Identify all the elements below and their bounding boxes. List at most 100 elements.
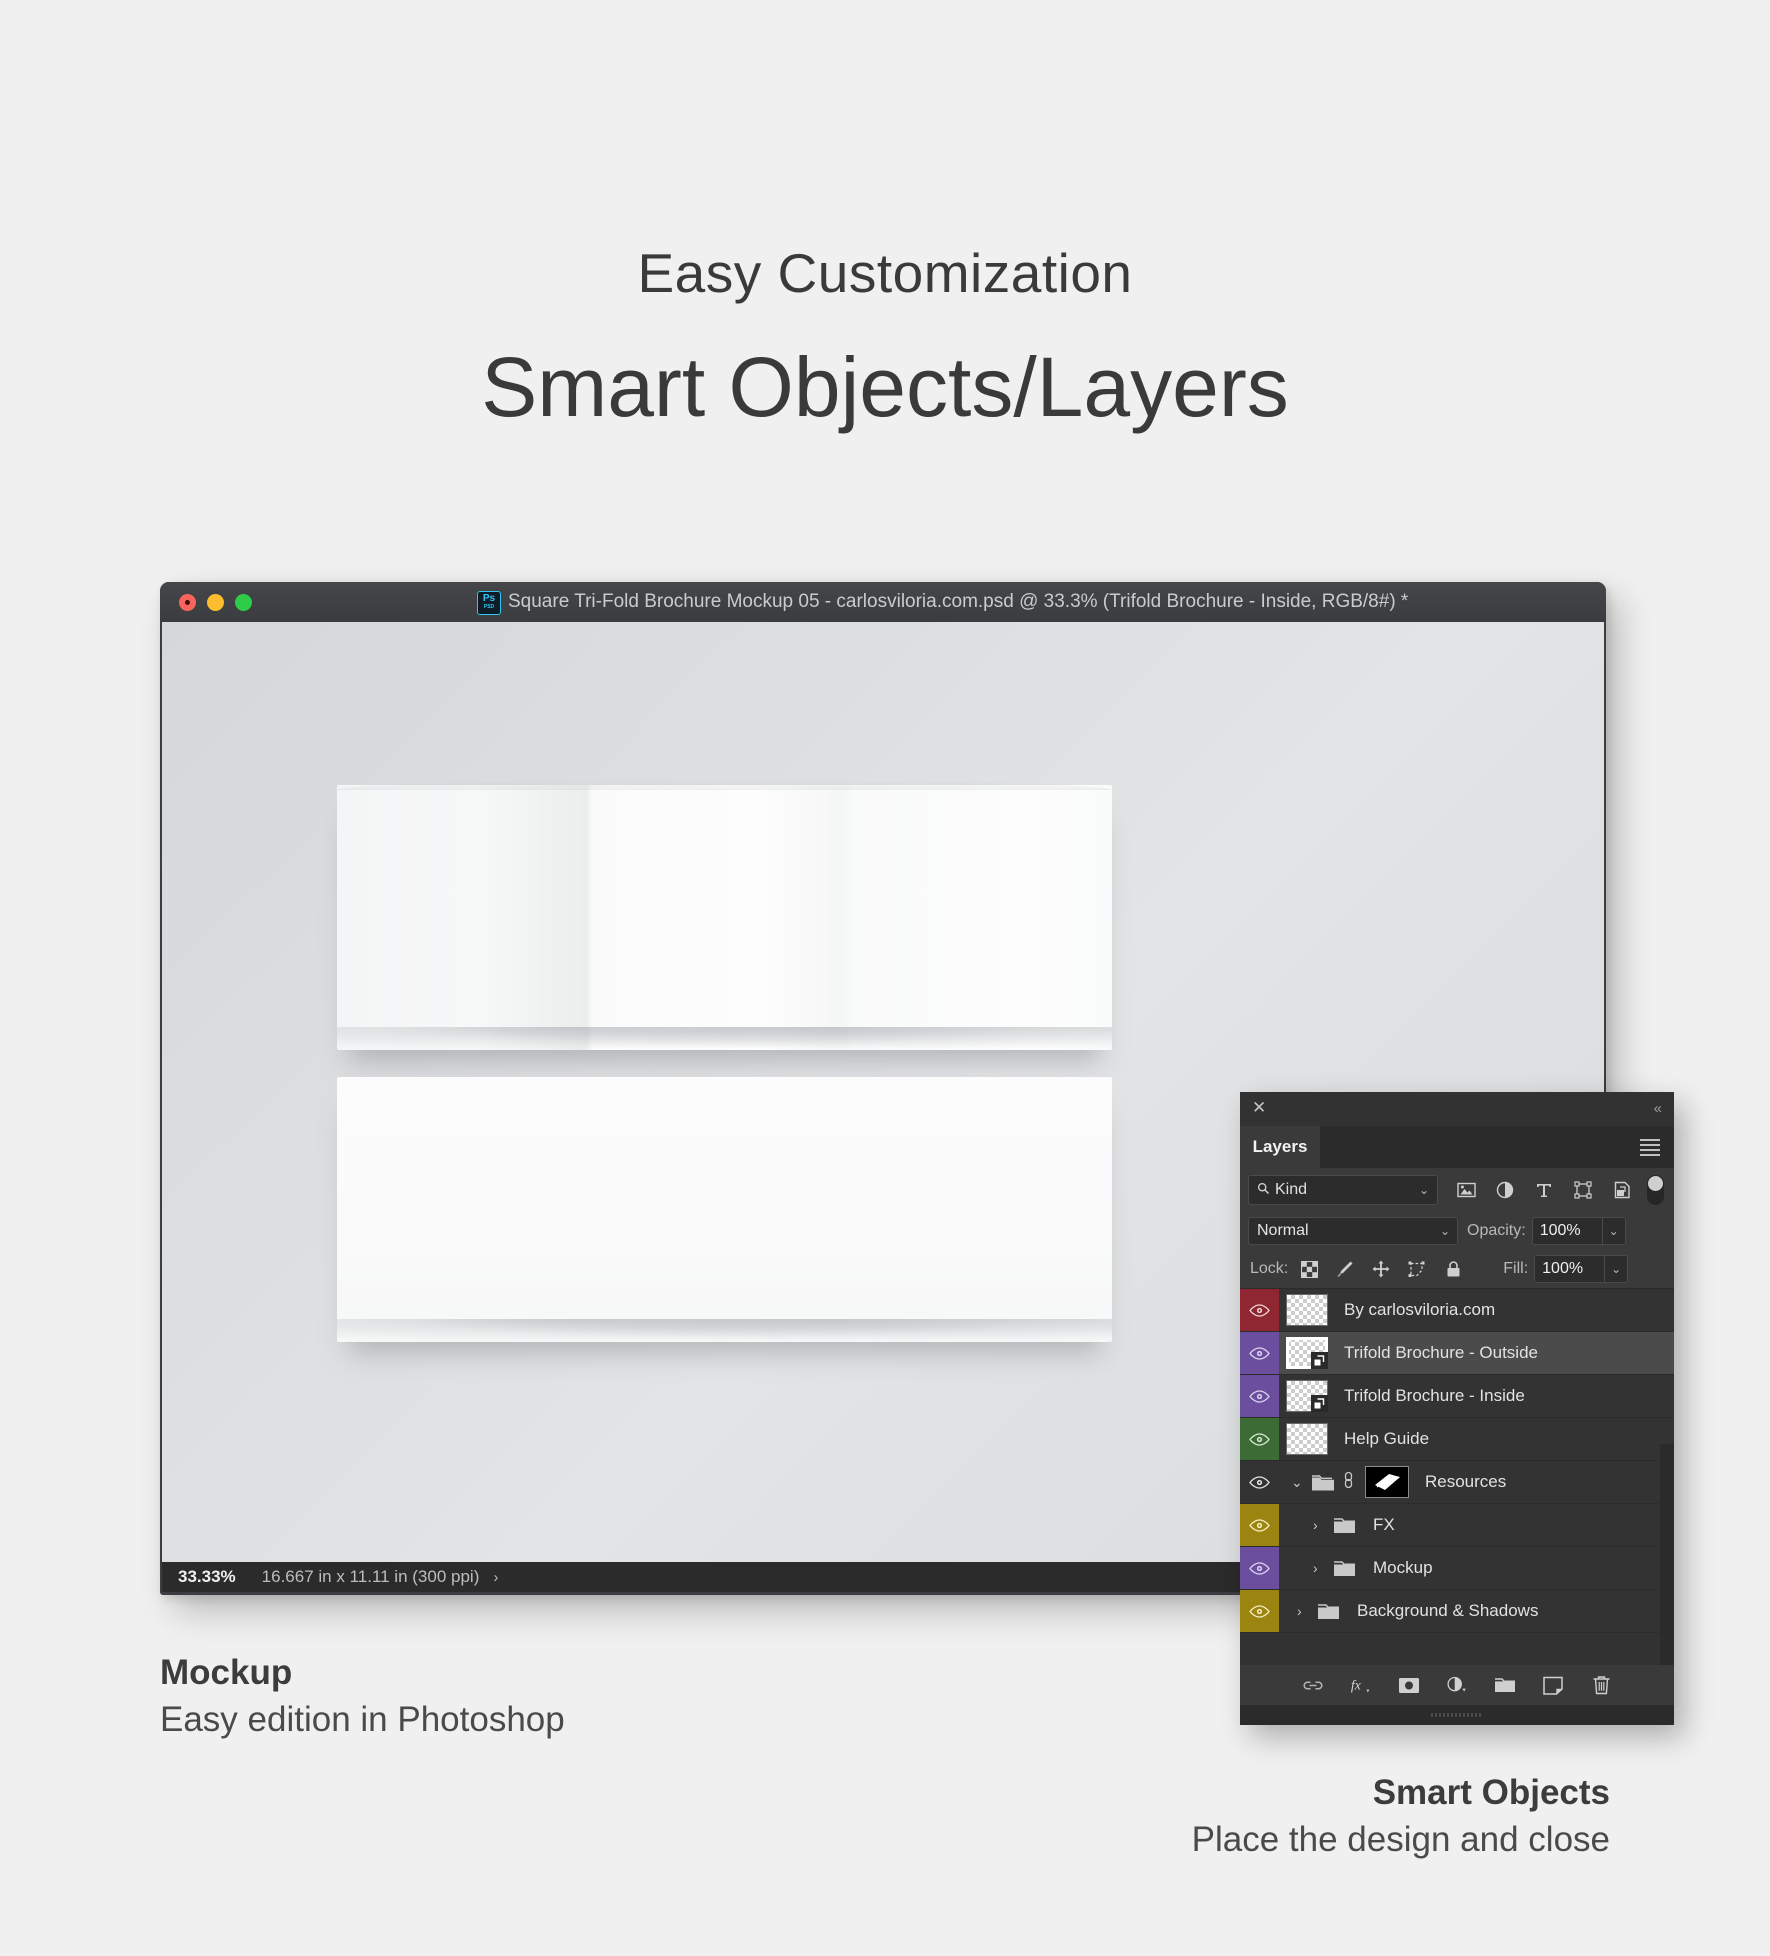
- smart-object-filter-icon[interactable]: [1611, 1179, 1633, 1201]
- layer-name[interactable]: Trifold Brochure - Outside: [1344, 1343, 1538, 1363]
- layer-name[interactable]: Help Guide: [1344, 1429, 1429, 1449]
- eye-visibility-icon[interactable]: [1249, 1518, 1270, 1532]
- header-block: Easy Customization Smart Objects/Layers: [0, 0, 1770, 430]
- opacity-label: Opacity:: [1467, 1222, 1526, 1239]
- blend-mode-row: Normal ⌄ Opacity: 100% ⌄: [1240, 1212, 1674, 1250]
- adjustment-layer-filter-icon[interactable]: [1494, 1179, 1516, 1201]
- close-icon[interactable]: ✕: [1252, 1099, 1266, 1116]
- layer-name[interactable]: Mockup: [1373, 1558, 1433, 1578]
- delete-layer-icon[interactable]: [1590, 1674, 1612, 1696]
- table-row[interactable]: › Background & Shadows: [1240, 1590, 1674, 1633]
- add-layer-mask-icon[interactable]: [1398, 1674, 1420, 1696]
- smart-object-badge-icon: [1311, 1352, 1328, 1369]
- lock-artboard-nesting-icon[interactable]: [1407, 1259, 1427, 1279]
- eye-visibility-icon[interactable]: [1249, 1561, 1270, 1575]
- sheet-shadow-wave: [337, 1027, 1112, 1053]
- smart-object-badge-icon: [1311, 1395, 1328, 1412]
- layer-name[interactable]: By carlosviloria.com: [1344, 1300, 1495, 1320]
- minimize-window-button[interactable]: [207, 593, 224, 611]
- page-subtitle: Easy Customization: [637, 242, 1133, 304]
- layer-name[interactable]: Background & Shadows: [1357, 1601, 1538, 1621]
- chevron-right-icon[interactable]: ›: [1313, 1517, 1327, 1533]
- layer-thumbnail[interactable]: [1286, 1337, 1328, 1369]
- eye-visibility-icon[interactable]: [1249, 1346, 1270, 1360]
- layer-thumbnail[interactable]: [1286, 1380, 1328, 1412]
- blend-mode-select[interactable]: Normal ⌄: [1248, 1217, 1458, 1245]
- layer-list[interactable]: By carlosviloria.com Trifold Brochure - …: [1240, 1289, 1674, 1681]
- layer-name[interactable]: FX: [1373, 1515, 1395, 1535]
- svg-text:fx: fx: [1351, 1678, 1361, 1693]
- blend-mode-value: Normal: [1257, 1222, 1309, 1239]
- layer-name[interactable]: Trifold Brochure - Inside: [1344, 1386, 1525, 1406]
- lock-transparent-pixels-icon[interactable]: [1299, 1259, 1319, 1279]
- document-title: Square Tri-Fold Brochure Mockup 05 - car…: [508, 591, 1409, 612]
- maximize-window-button[interactable]: [235, 593, 252, 611]
- panel-menu-icon[interactable]: [1640, 1139, 1660, 1156]
- chevron-right-icon[interactable]: ›: [1313, 1560, 1327, 1576]
- chevron-down-icon[interactable]: ⌄: [1291, 1474, 1305, 1491]
- lock-icon-group: [1299, 1259, 1463, 1279]
- eye-visibility-icon[interactable]: [1249, 1303, 1270, 1317]
- layer-color-strip: [1240, 1375, 1279, 1417]
- new-layer-icon[interactable]: [1542, 1674, 1564, 1696]
- new-group-icon[interactable]: [1494, 1674, 1516, 1696]
- layer-color-strip: [1240, 1461, 1279, 1503]
- layer-color-strip: [1240, 1418, 1279, 1460]
- layer-thumbnail[interactable]: [1286, 1294, 1328, 1326]
- pixel-layer-filter-icon[interactable]: [1455, 1179, 1477, 1201]
- caption-title: Mockup: [160, 1653, 293, 1692]
- lock-all-icon[interactable]: [1443, 1259, 1463, 1279]
- tab-layers[interactable]: Layers: [1240, 1126, 1320, 1168]
- fill-chevron-down-icon[interactable]: ⌄: [1605, 1255, 1629, 1283]
- caption-title: Smart Objects: [1372, 1773, 1610, 1812]
- link-layers-icon[interactable]: [1302, 1674, 1324, 1696]
- folder-closed-icon: [1333, 1559, 1357, 1578]
- window-controls: [179, 593, 252, 611]
- table-row[interactable]: Help Guide: [1240, 1418, 1674, 1461]
- chevron-down-icon[interactable]: ⌄: [1419, 1183, 1429, 1197]
- link-mask-icon[interactable]: [1342, 1471, 1358, 1494]
- table-row[interactable]: ⌄ Resources: [1240, 1461, 1674, 1504]
- layer-style-fx-icon[interactable]: fx: [1350, 1674, 1372, 1696]
- close-window-button[interactable]: [179, 593, 196, 611]
- eye-visibility-icon[interactable]: [1249, 1389, 1270, 1403]
- shape-layer-filter-icon[interactable]: [1572, 1179, 1594, 1201]
- layer-color-strip: [1240, 1332, 1279, 1374]
- eye-visibility-icon[interactable]: [1249, 1475, 1270, 1489]
- layers-scrollbar[interactable]: [1660, 1444, 1674, 1681]
- chevron-right-icon[interactable]: ›: [1297, 1603, 1311, 1619]
- folder-open-icon: [1311, 1473, 1335, 1492]
- filter-row: Kind ⌄: [1240, 1168, 1674, 1212]
- filter-enable-toggle[interactable]: [1647, 1175, 1664, 1205]
- fill-label: Fill:: [1503, 1260, 1529, 1277]
- table-row[interactable]: › FX: [1240, 1504, 1674, 1547]
- table-row[interactable]: Trifold Brochure - Inside: [1240, 1375, 1674, 1418]
- filter-kind-select[interactable]: Kind ⌄: [1248, 1175, 1438, 1205]
- layer-mask-thumbnail[interactable]: [1365, 1466, 1409, 1498]
- brochure-sheet-top: [337, 785, 1112, 1053]
- table-row[interactable]: Trifold Brochure - Outside: [1240, 1332, 1674, 1375]
- collapse-panel-icon[interactable]: «: [1654, 1100, 1662, 1117]
- panel-resize-grip[interactable]: [1240, 1705, 1674, 1725]
- document-dimensions: 16.667 in x 11.11 in (300 ppi): [261, 1567, 480, 1586]
- new-adjustment-layer-icon[interactable]: [1446, 1674, 1468, 1696]
- eye-visibility-icon[interactable]: [1249, 1432, 1270, 1446]
- chevron-down-icon[interactable]: ⌄: [1440, 1224, 1450, 1238]
- fill-input[interactable]: 100%: [1534, 1255, 1606, 1283]
- lock-image-pixels-icon[interactable]: [1335, 1259, 1355, 1279]
- zoom-level[interactable]: 33.33%: [178, 1567, 236, 1587]
- status-expand-arrow-icon[interactable]: ›: [493, 1569, 498, 1586]
- folder-closed-icon: [1317, 1602, 1341, 1621]
- layer-thumbnail[interactable]: [1286, 1423, 1328, 1455]
- eye-visibility-icon[interactable]: [1249, 1604, 1270, 1618]
- caption-subtitle: Place the design and close: [1191, 1820, 1610, 1860]
- opacity-chevron-down-icon[interactable]: ⌄: [1602, 1217, 1626, 1245]
- caption-mockup: Mockup Easy edition in Photoshop: [160, 1652, 565, 1741]
- layer-name[interactable]: Resources: [1425, 1472, 1506, 1492]
- filter-icon-group: [1455, 1179, 1633, 1201]
- table-row[interactable]: › Mockup: [1240, 1547, 1674, 1590]
- lock-position-icon[interactable]: [1371, 1259, 1391, 1279]
- table-row[interactable]: By carlosviloria.com: [1240, 1289, 1674, 1332]
- type-layer-filter-icon[interactable]: [1533, 1179, 1555, 1201]
- opacity-input[interactable]: 100%: [1531, 1217, 1603, 1245]
